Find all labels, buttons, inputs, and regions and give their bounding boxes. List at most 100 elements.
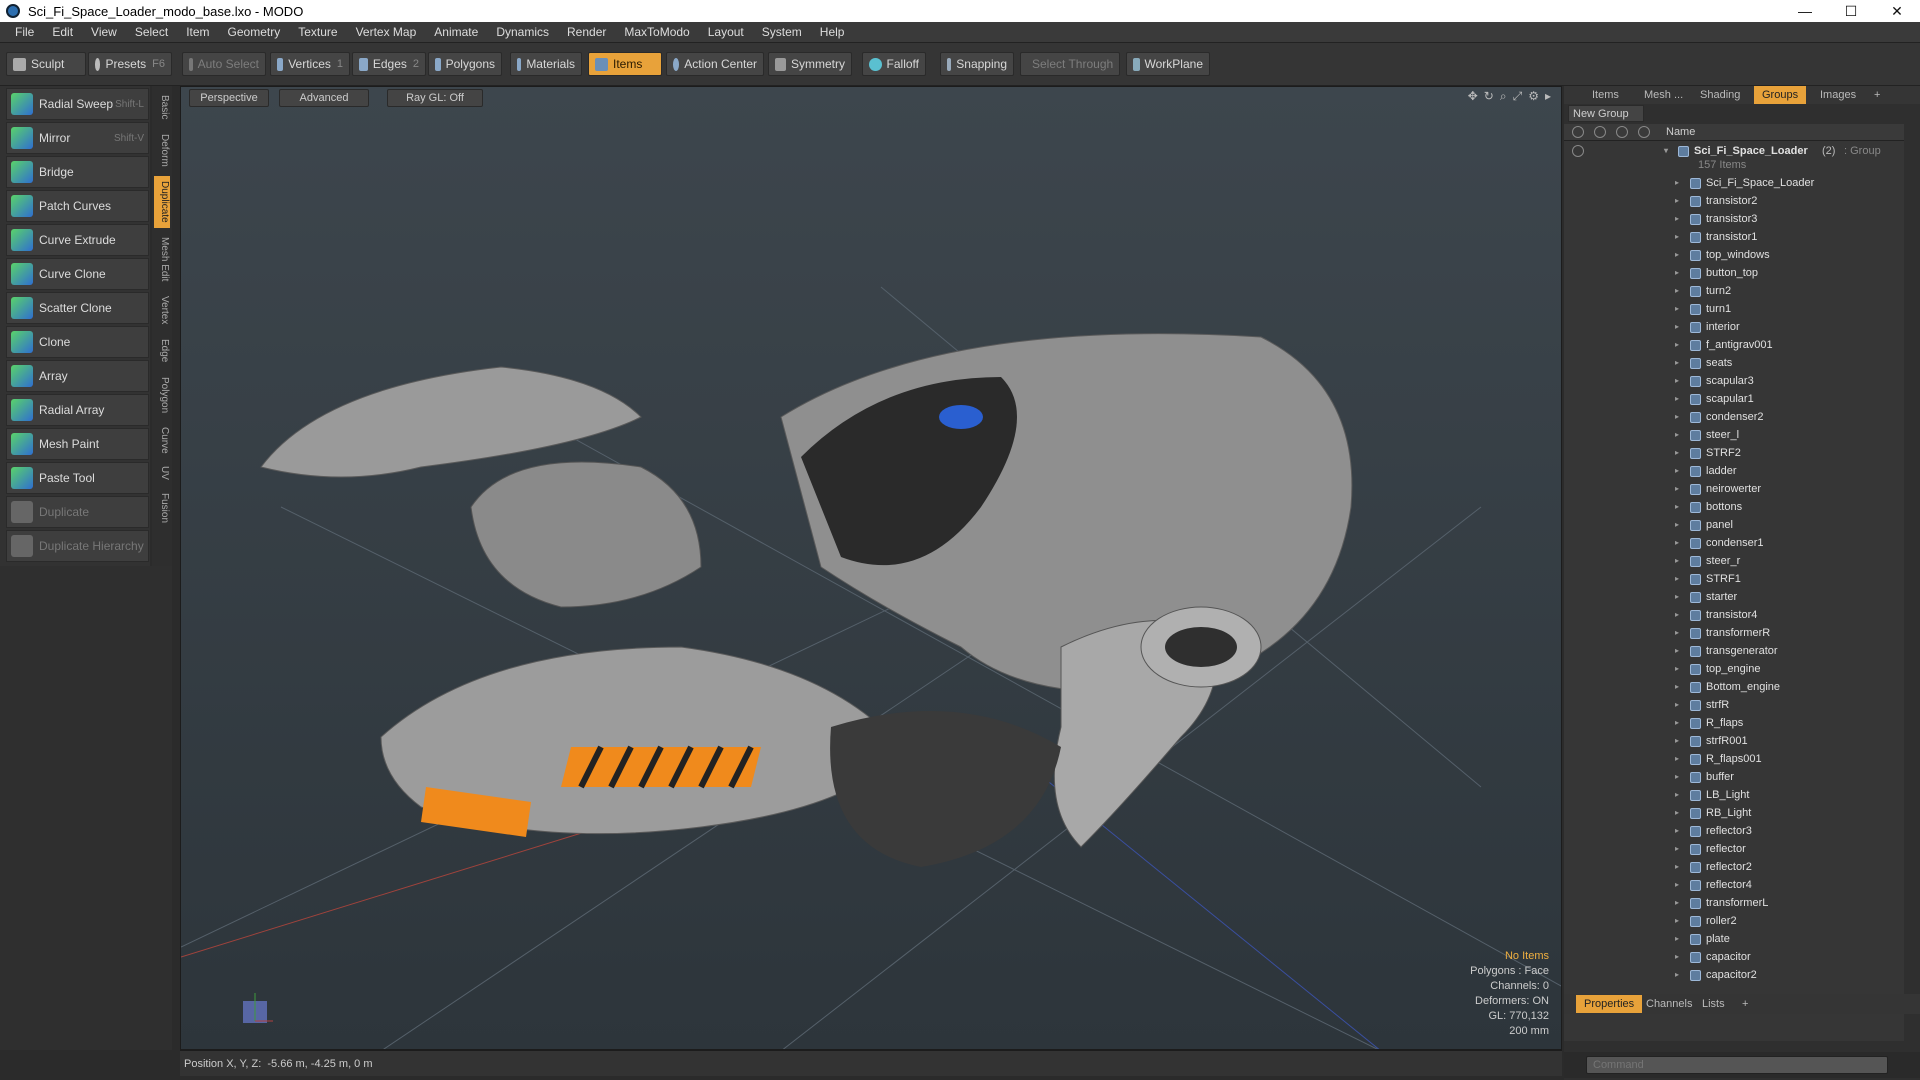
minimize-button[interactable]: — bbox=[1782, 0, 1828, 22]
tree-item[interactable]: ▸ button_top bbox=[1564, 264, 1904, 282]
expand-icon[interactable]: ▸ bbox=[1675, 321, 1687, 333]
tree-item[interactable]: ▸ top_windows bbox=[1564, 246, 1904, 264]
menu-texture[interactable]: Texture bbox=[289, 25, 346, 39]
add-tab-button[interactable]: + bbox=[1866, 86, 1888, 104]
new-group-button[interactable]: New Group bbox=[1568, 105, 1644, 122]
expand-icon[interactable]: ▸ bbox=[1675, 951, 1687, 963]
lock-column-icon[interactable] bbox=[1616, 126, 1628, 138]
tree-item[interactable]: ▸ strfR001 bbox=[1564, 732, 1904, 750]
chevron-right-icon[interactable]: ▸ bbox=[1545, 89, 1551, 104]
tab-deform[interactable]: Deform bbox=[154, 128, 170, 172]
expand-icon[interactable]: ▸ bbox=[1675, 285, 1687, 297]
expand-icon[interactable]: ▸ bbox=[1675, 519, 1687, 531]
tree-item[interactable]: ▸ Sci_Fi_Space_Loader bbox=[1564, 174, 1904, 192]
collapse-icon[interactable]: ▾ bbox=[1664, 145, 1676, 157]
menu-dynamics[interactable]: Dynamics bbox=[487, 25, 558, 39]
tree-item[interactable]: ▸ turn2 bbox=[1564, 282, 1904, 300]
expand-icon[interactable]: ▸ bbox=[1675, 537, 1687, 549]
menu-edit[interactable]: Edit bbox=[43, 25, 82, 39]
tree-item[interactable]: ▸ strfR bbox=[1564, 696, 1904, 714]
tree-item[interactable]: ▸ reflector bbox=[1564, 840, 1904, 858]
tree-item[interactable]: ▸ transistor1 bbox=[1564, 228, 1904, 246]
expand-icon[interactable]: ▸ bbox=[1675, 195, 1687, 207]
scatter-clone-tool[interactable]: Scatter Clone bbox=[6, 292, 149, 324]
expand-icon[interactable]: ▸ bbox=[1675, 969, 1687, 981]
tree-item[interactable]: ▸ transistor4 bbox=[1564, 606, 1904, 624]
expand-icon[interactable]: ▸ bbox=[1675, 753, 1687, 765]
expand-icon[interactable]: ▸ bbox=[1675, 861, 1687, 873]
tab-vertex[interactable]: Vertex bbox=[154, 290, 170, 330]
expand-icon[interactable]: ▸ bbox=[1675, 339, 1687, 351]
array-tool[interactable]: Array bbox=[6, 360, 149, 392]
tree-item[interactable]: ▸ reflector2 bbox=[1564, 858, 1904, 876]
select-through-button[interactable]: Select Through bbox=[1020, 52, 1120, 76]
expand-icon[interactable]: ▸ bbox=[1675, 411, 1687, 423]
expand-icon[interactable]: ▸ bbox=[1675, 933, 1687, 945]
tree-item[interactable]: ▸ f_antigrav001 bbox=[1564, 336, 1904, 354]
tree-item[interactable]: ▸ roller2 bbox=[1564, 912, 1904, 930]
expand-icon[interactable]: ▸ bbox=[1675, 555, 1687, 567]
expand-icon[interactable]: ▸ bbox=[1675, 231, 1687, 243]
expand-icon[interactable]: ▸ bbox=[1675, 681, 1687, 693]
polygons-button[interactable]: Polygons bbox=[428, 52, 502, 76]
expand-icon[interactable]: ▸ bbox=[1675, 213, 1687, 225]
expand-icon[interactable]: ▸ bbox=[1675, 771, 1687, 783]
expand-icon[interactable]: ▸ bbox=[1675, 915, 1687, 927]
menu-system[interactable]: System bbox=[753, 25, 811, 39]
expand-icon[interactable]: ▸ bbox=[1675, 249, 1687, 261]
expand-icon[interactable]: ▸ bbox=[1675, 879, 1687, 891]
group-row[interactable]: ▾ Sci_Fi_Space_Loader (2) : Group bbox=[1564, 143, 1904, 159]
tree-item[interactable]: ▸ condenser1 bbox=[1564, 534, 1904, 552]
tab-lists[interactable]: Lists bbox=[1694, 995, 1733, 1013]
tab-curve[interactable]: Curve bbox=[154, 422, 170, 458]
menu-animate[interactable]: Animate bbox=[425, 25, 487, 39]
rotate-view-icon[interactable]: ↻ bbox=[1484, 89, 1494, 104]
expand-icon[interactable]: ▸ bbox=[1675, 789, 1687, 801]
tree-item[interactable]: ▸ reflector3 bbox=[1564, 822, 1904, 840]
maximize-button[interactable]: ☐ bbox=[1828, 0, 1874, 22]
tree-item[interactable]: ▸ capacitor bbox=[1564, 948, 1904, 966]
clone-tool[interactable]: Clone bbox=[6, 326, 149, 358]
expand-icon[interactable]: ▸ bbox=[1675, 735, 1687, 747]
tree-item[interactable]: ▸ R_flaps bbox=[1564, 714, 1904, 732]
expand-icon[interactable]: ▸ bbox=[1675, 429, 1687, 441]
symmetry-button[interactable]: Symmetry bbox=[768, 52, 852, 76]
eye-icon[interactable] bbox=[1572, 145, 1584, 157]
edges-button[interactable]: Edges 2 bbox=[352, 52, 426, 76]
name-column-header[interactable]: Name bbox=[1666, 126, 1695, 138]
vertices-button[interactable]: Vertices 1 bbox=[270, 52, 350, 76]
tree-item[interactable]: ▸ scapular1 bbox=[1564, 390, 1904, 408]
menu-vertex-map[interactable]: Vertex Map bbox=[347, 25, 426, 39]
render-column-icon[interactable] bbox=[1594, 126, 1606, 138]
expand-icon[interactable]: ▸ bbox=[1675, 807, 1687, 819]
tab-channels[interactable]: Channels bbox=[1638, 995, 1700, 1013]
add-tab-button-bottom[interactable]: + bbox=[1734, 995, 1756, 1013]
expand-icon[interactable]: ▸ bbox=[1675, 375, 1687, 387]
expand-icon[interactable]: ▸ bbox=[1675, 267, 1687, 279]
tab-properties[interactable]: Properties bbox=[1576, 995, 1643, 1013]
tree-item[interactable]: ▸ condenser2 bbox=[1564, 408, 1904, 426]
tree-item[interactable]: ▸ ladder bbox=[1564, 462, 1904, 480]
duplicate-tool[interactable]: Duplicate bbox=[6, 496, 149, 528]
radial-sweep-tool[interactable]: Radial Sweep Shift-L bbox=[6, 88, 149, 120]
expand-icon[interactable]: ▸ bbox=[1675, 447, 1687, 459]
patch-curves-tool[interactable]: Patch Curves bbox=[6, 190, 149, 222]
expand-icon[interactable]: ▸ bbox=[1675, 897, 1687, 909]
menu-maxtomodo[interactable]: MaxToModo bbox=[615, 25, 698, 39]
duplicate-hierarchy-tool[interactable]: Duplicate Hierarchy bbox=[6, 530, 149, 562]
tree-item[interactable]: ▸ top_engine bbox=[1564, 660, 1904, 678]
falloff-button[interactable]: Falloff bbox=[862, 52, 926, 76]
expand-icon[interactable]: ▸ bbox=[1675, 177, 1687, 189]
expand-icon[interactable]: ▸ bbox=[1675, 843, 1687, 855]
menu-item[interactable]: Item bbox=[177, 25, 218, 39]
select-column-icon[interactable] bbox=[1638, 126, 1650, 138]
fit-view-icon[interactable]: ⤢ bbox=[1513, 89, 1523, 104]
tree-item[interactable]: ▸ STRF2 bbox=[1564, 444, 1904, 462]
tree-item[interactable]: ▸ interior bbox=[1564, 318, 1904, 336]
expand-icon[interactable]: ▸ bbox=[1675, 699, 1687, 711]
tab-fusion[interactable]: Fusion bbox=[154, 488, 170, 528]
command-input[interactable] bbox=[1586, 1056, 1888, 1074]
tab-images[interactable]: Images bbox=[1812, 86, 1864, 104]
expand-icon[interactable]: ▸ bbox=[1675, 573, 1687, 585]
tree-item[interactable]: ▸ panel bbox=[1564, 516, 1904, 534]
